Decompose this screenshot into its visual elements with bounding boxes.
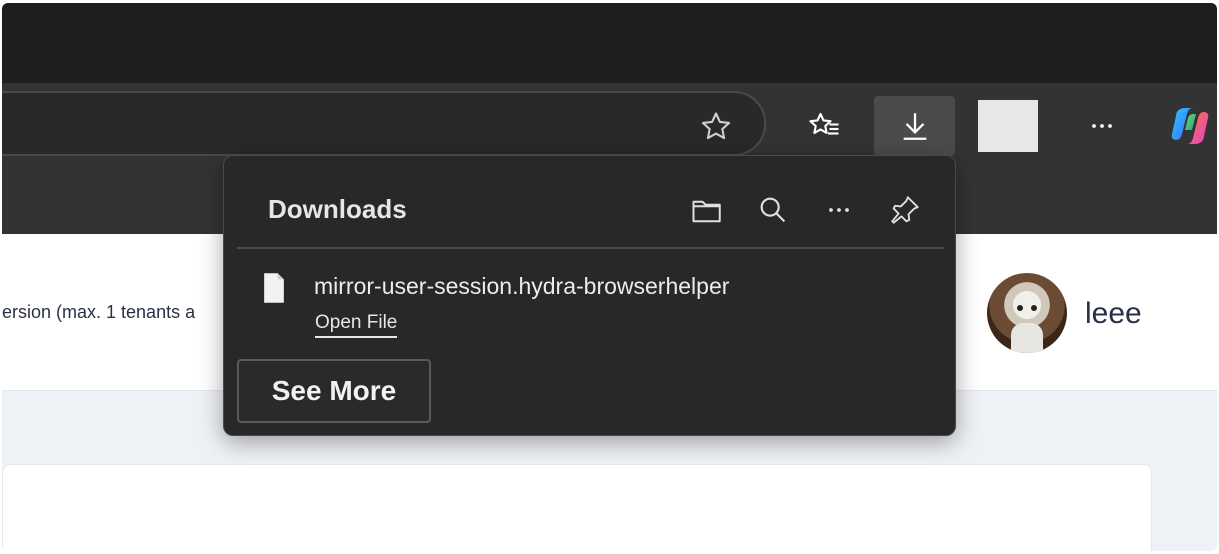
add-favorite-button[interactable] — [698, 109, 734, 145]
downloads-panel: Downloads mirror-user-session.hydra-brow… — [223, 155, 956, 436]
open-downloads-folder-button[interactable] — [687, 190, 727, 230]
pin-downloads-button[interactable] — [885, 190, 925, 230]
open-file-link[interactable]: Open File — [315, 312, 398, 338]
avatar-eye — [1031, 305, 1037, 311]
downloads-more-options-button[interactable] — [819, 190, 859, 230]
copilot-button[interactable] — [1160, 96, 1217, 156]
star-list-icon — [809, 112, 839, 135]
ellipsis-icon — [1092, 124, 1112, 128]
content-card — [2, 464, 1152, 551]
star-outline-icon — [701, 112, 731, 140]
title-bar — [2, 3, 1217, 83]
browser-window: ersion (max. 1 tenants a leee Downloads — [2, 3, 1217, 551]
copilot-icon — [1171, 108, 1209, 144]
address-bar[interactable] — [2, 91, 766, 156]
page-version-text: ersion (max. 1 tenants a — [2, 302, 196, 322]
panel-divider — [237, 247, 944, 249]
pin-icon — [891, 196, 919, 224]
search-icon — [760, 197, 786, 223]
settings-more-button[interactable] — [1072, 96, 1132, 156]
see-more-button[interactable]: See More — [237, 359, 431, 423]
favorites-button[interactable] — [795, 96, 855, 156]
file-icon — [261, 272, 287, 309]
download-file-name[interactable]: mirror-user-session.hydra-browserhelper — [314, 273, 729, 300]
open-folder-icon — [692, 200, 721, 223]
ellipsis-icon — [829, 208, 849, 212]
profile-button[interactable] — [978, 100, 1038, 152]
downloads-button[interactable] — [874, 96, 955, 156]
avatar-eye — [1017, 305, 1023, 311]
search-downloads-button[interactable] — [753, 190, 793, 230]
avatar[interactable] — [987, 273, 1067, 353]
user-name: leee — [1085, 297, 1142, 330]
download-arrow-icon — [903, 113, 926, 140]
panel-title: Downloads — [268, 194, 407, 224]
avatar-body — [1011, 323, 1043, 353]
